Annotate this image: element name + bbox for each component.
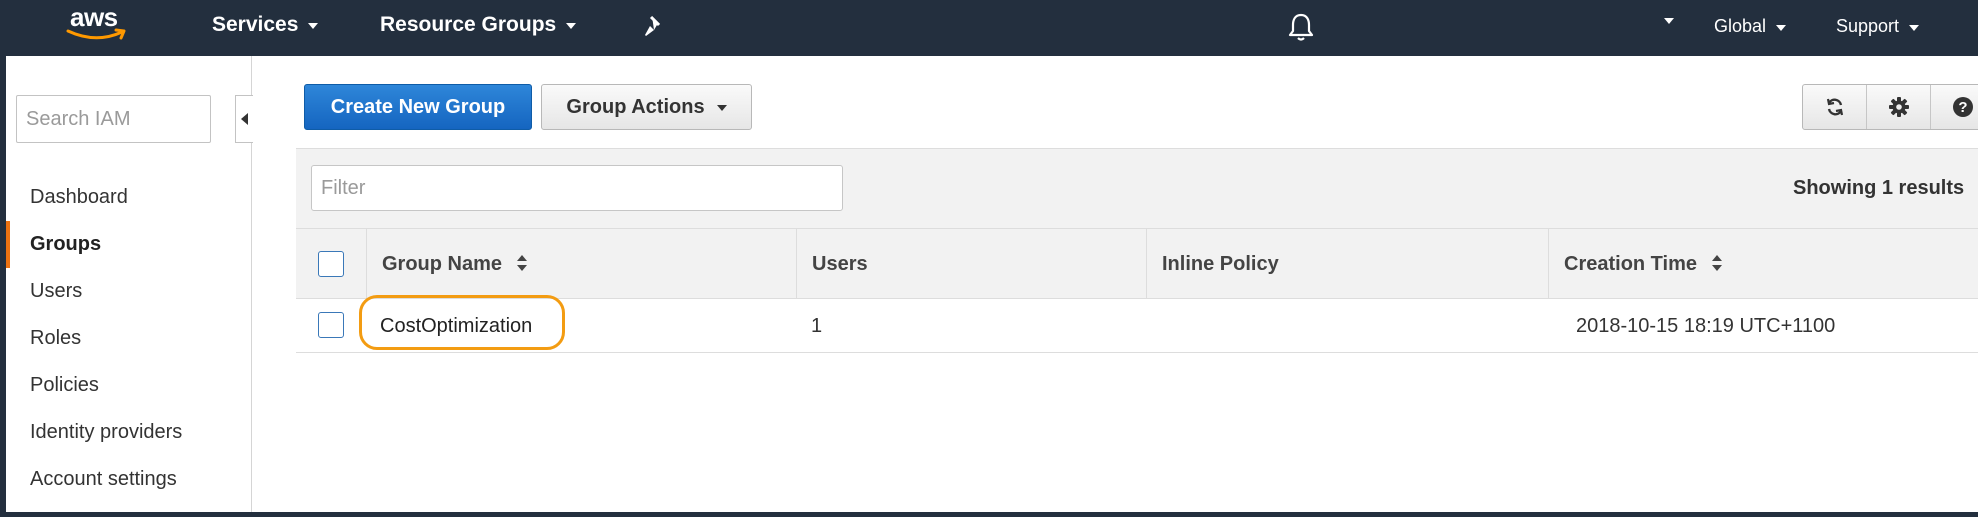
sidebar: Dashboard Groups Users Roles Policies Id… <box>6 56 253 512</box>
collapse-sidebar-button[interactable] <box>235 95 253 143</box>
sidebar-item-policies[interactable]: Policies <box>6 362 252 409</box>
svg-text:?: ? <box>1958 99 1967 116</box>
services-label: Services <box>212 13 299 36</box>
aws-smile-icon <box>66 28 126 40</box>
sidebar-item-dashboard[interactable]: Dashboard <box>6 174 252 221</box>
group-actions-button[interactable]: Group Actions <box>541 84 752 130</box>
results-count: Showing 1 results <box>1793 177 1965 199</box>
table-header: Group Name Users Inline Policy Creation … <box>296 229 1978 299</box>
support-menu[interactable]: Support <box>1836 16 1920 37</box>
help-icon: ? <box>1953 97 1973 117</box>
chevron-down-icon <box>1776 24 1787 31</box>
resource-groups-menu[interactable]: Resource Groups <box>380 13 577 37</box>
sidebar-item-roles[interactable]: Roles <box>6 315 252 362</box>
top-navigation-bar: aws Services Resource Groups Global Supp… <box>0 0 1978 56</box>
search-iam-input[interactable] <box>16 95 211 143</box>
aws-logo[interactable]: aws <box>66 2 136 46</box>
users-cell: 1 <box>811 315 823 337</box>
notifications-bell-icon[interactable] <box>1288 12 1314 47</box>
chevron-down-icon <box>1664 18 1674 24</box>
chevron-down-icon <box>308 23 319 29</box>
create-new-group-button[interactable]: Create New Group <box>304 84 532 130</box>
sidebar-item-groups[interactable]: Groups <box>6 221 252 268</box>
chevron-down-icon <box>566 23 577 29</box>
table-row[interactable]: CostOptimization 1 2018-10-15 18:19 UTC+… <box>296 295 1978 353</box>
row-checkbox[interactable] <box>318 312 344 338</box>
content-area: Create New Group Group Actions ? Filter … <box>296 56 1978 512</box>
filter-input[interactable] <box>311 165 843 211</box>
column-header-users: Users <box>796 229 1146 299</box>
creation-time-cell: 2018-10-15 18:19 UTC+1100 <box>1576 315 1836 337</box>
column-header-group-name[interactable]: Group Name <box>366 229 796 299</box>
main-page: Dashboard Groups Users Roles Policies Id… <box>6 56 1978 512</box>
table-tools: ? <box>1802 84 1978 130</box>
refresh-button[interactable] <box>1803 85 1867 129</box>
group-name-link: CostOptimization <box>380 299 532 353</box>
chevron-down-icon <box>1909 24 1920 31</box>
column-header-inline-policy: Inline Policy <box>1146 229 1548 299</box>
groups-table: Showing 1 results Group Name Users Inlin… <box>296 148 1978 353</box>
chevron-left-icon <box>241 113 248 125</box>
app-window: aws Services Resource Groups Global Supp… <box>0 0 1978 517</box>
sidebar-item-identity-providers[interactable]: Identity providers <box>6 409 252 456</box>
sort-icon <box>1711 254 1722 271</box>
region-label: Global <box>1714 16 1767 36</box>
region-menu[interactable]: Global <box>1714 16 1787 37</box>
services-menu[interactable]: Services <box>212 13 319 37</box>
column-label: Group Name <box>382 253 503 275</box>
help-button[interactable]: ? <box>1931 85 1978 129</box>
group-actions-label: Group Actions <box>566 95 705 118</box>
filter-bar: Showing 1 results <box>296 149 1978 229</box>
group-name-cell[interactable]: CostOptimization <box>380 315 532 337</box>
column-header-creation-time[interactable]: Creation Time <box>1548 229 1978 299</box>
column-label: Creation Time <box>1564 253 1697 275</box>
refresh-icon <box>1826 98 1843 116</box>
gear-icon <box>1888 97 1909 117</box>
pin-icon[interactable] <box>644 14 666 43</box>
support-label: Support <box>1836 16 1900 36</box>
sidebar-item-account-settings[interactable]: Account settings <box>6 456 252 503</box>
sidebar-nav: Dashboard Groups Users Roles Policies Id… <box>6 174 252 503</box>
sidebar-item-users[interactable]: Users <box>6 268 252 315</box>
settings-button[interactable] <box>1867 85 1931 129</box>
account-menu[interactable] <box>1664 16 1674 24</box>
sort-icon <box>516 254 527 271</box>
select-all-checkbox[interactable] <box>318 251 344 277</box>
resource-groups-label: Resource Groups <box>380 13 557 36</box>
chevron-down-icon <box>716 105 727 111</box>
